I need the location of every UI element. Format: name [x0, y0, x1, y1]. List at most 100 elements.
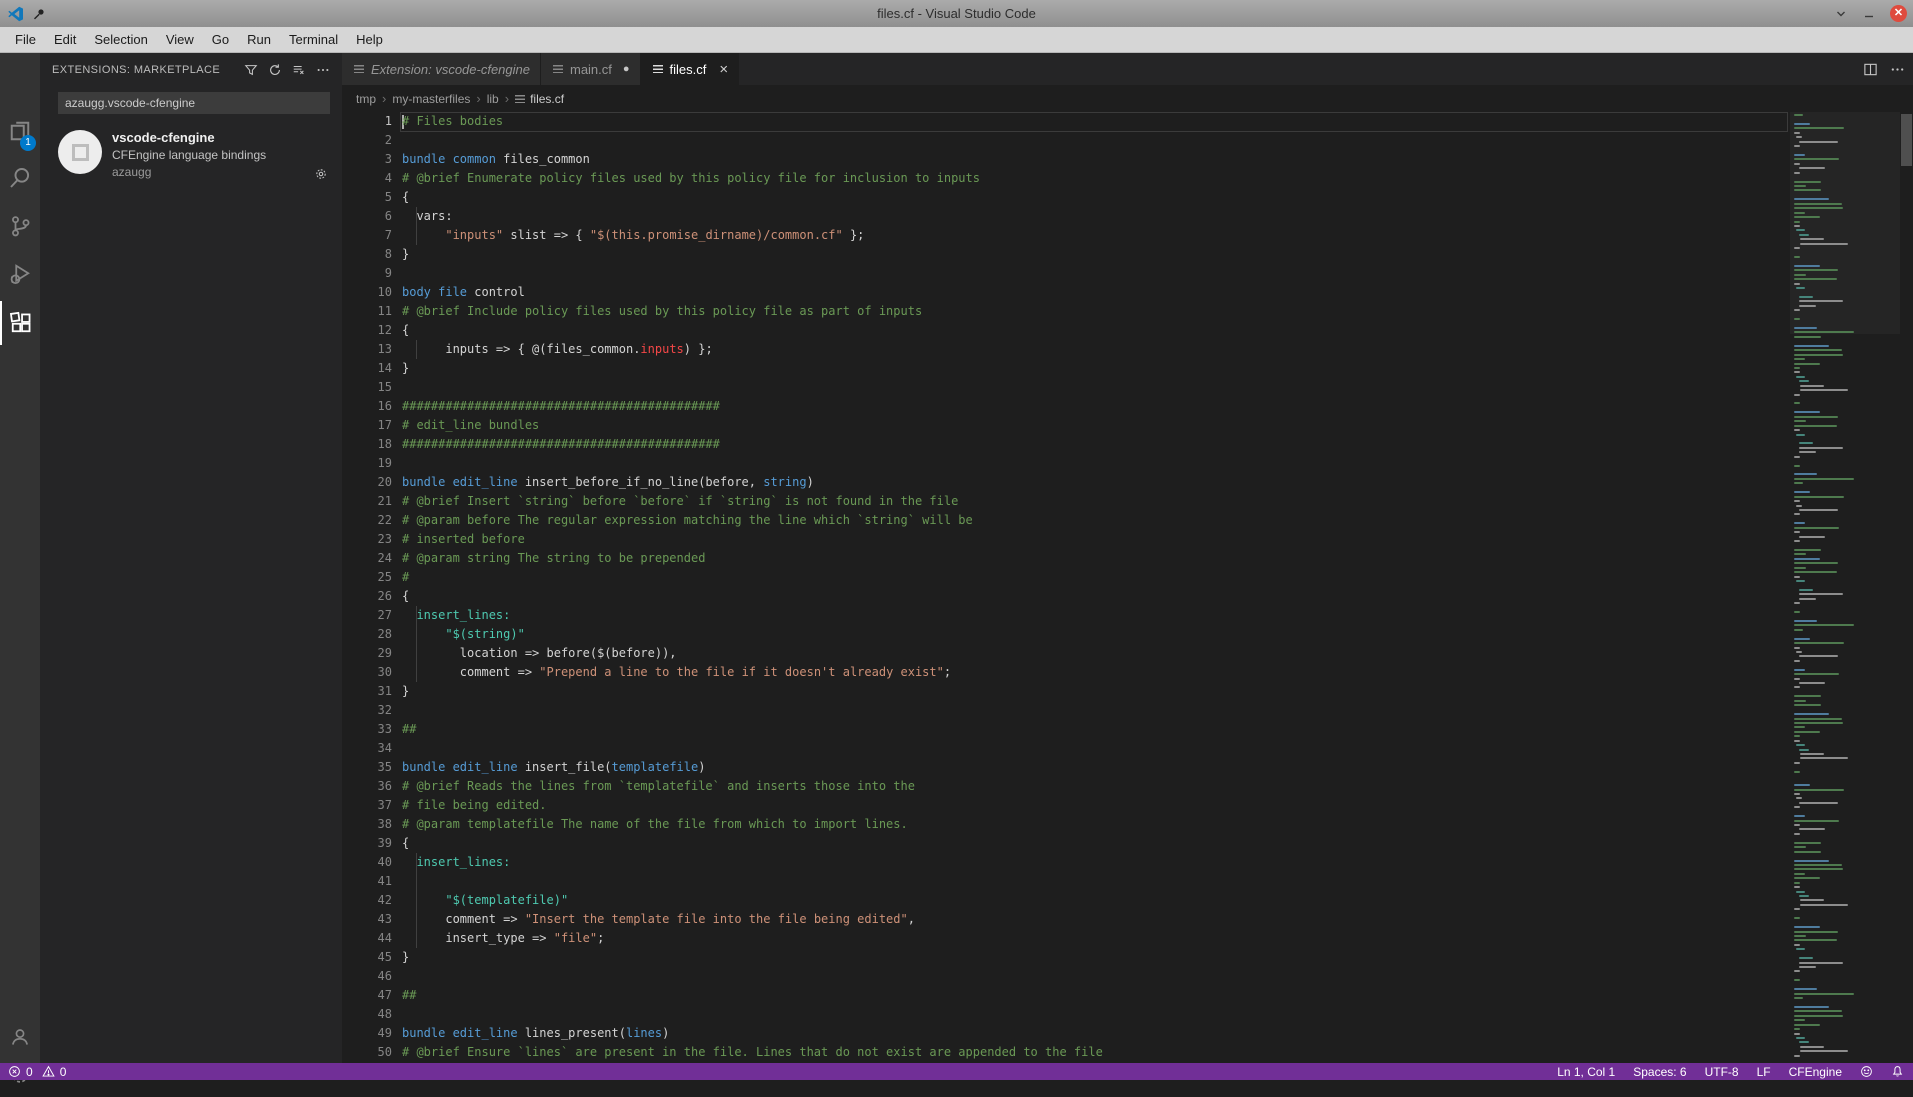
extension-list-item[interactable]: vscode-cfengine CFEngine language bindin… [40, 126, 342, 189]
chevron-down-icon[interactable] [1834, 7, 1848, 21]
code-line-2[interactable]: 2 [342, 131, 1790, 150]
code-line-45[interactable]: 45} [342, 948, 1790, 967]
close-tab-icon[interactable]: × [719, 61, 728, 78]
line-number: 8 [342, 245, 392, 264]
menu-item-view[interactable]: View [157, 27, 203, 52]
feedback-icon[interactable] [1851, 1063, 1882, 1080]
menu-item-file[interactable]: File [6, 27, 45, 52]
breadcrumb-item-my-masterfiles[interactable]: my-masterfiles [392, 92, 470, 106]
code-line-30[interactable]: 30 comment => "Prepend a line to the fil… [342, 663, 1790, 682]
menu-item-run[interactable]: Run [238, 27, 280, 52]
code-line-15[interactable]: 15 [342, 378, 1790, 397]
split-editor-icon[interactable] [1863, 62, 1878, 77]
cursor-position[interactable]: Ln 1, Col 1 [1548, 1063, 1624, 1080]
code-line-26[interactable]: 26{ [342, 587, 1790, 606]
extension-manage-gear-icon[interactable] [314, 167, 328, 181]
filter-icon[interactable] [244, 63, 258, 77]
breadcrumb-item-lib[interactable]: lib [487, 92, 499, 106]
code-line-24[interactable]: 24# @param string The string to be prepe… [342, 549, 1790, 568]
code-line-4[interactable]: 4# @brief Enumerate policy files used by… [342, 169, 1790, 188]
code-line-28[interactable]: 28 "$(string)" [342, 625, 1790, 644]
code-line-14[interactable]: 14} [342, 359, 1790, 378]
encoding-setting[interactable]: UTF-8 [1696, 1063, 1748, 1080]
problems-status[interactable]: 0 0 [0, 1063, 74, 1080]
code-line-32[interactable]: 32 [342, 701, 1790, 720]
code-line-47[interactable]: 47## [342, 986, 1790, 1005]
breadcrumb-item-files.cf[interactable]: files.cf [515, 92, 564, 106]
clear-extension-search-icon[interactable] [292, 63, 306, 77]
sidebar-item-search[interactable] [0, 156, 40, 200]
code-line-41[interactable]: 41 [342, 872, 1790, 891]
code-line-6[interactable]: 6 vars: [342, 207, 1790, 226]
code-line-22[interactable]: 22# @param before The regular expression… [342, 511, 1790, 530]
tab-files-cf[interactable]: files.cf × [641, 53, 740, 85]
tab-extension-vscode-cfengine[interactable]: Extension: vscode-cfengine [342, 53, 541, 85]
breadcrumb-item-tmp[interactable]: tmp [356, 92, 376, 106]
code-line-27[interactable]: 27 insert_lines: [342, 606, 1790, 625]
code-line-23[interactable]: 23# inserted before [342, 530, 1790, 549]
code-line-1[interactable]: 1# Files bodies [342, 112, 1790, 131]
code-line-48[interactable]: 48 [342, 1005, 1790, 1024]
code-line-7[interactable]: 7 "inputs" slist => { "$(this.promise_di… [342, 226, 1790, 245]
sidebar-item-run-debug[interactable] [0, 252, 40, 296]
code-line-13[interactable]: 13 inputs => { @(files_common.inputs) }; [342, 340, 1790, 359]
code-line-19[interactable]: 19 [342, 454, 1790, 473]
code-line-12[interactable]: 12{ [342, 321, 1790, 340]
code-line-29[interactable]: 29 location => before($(before)), [342, 644, 1790, 663]
menu-item-edit[interactable]: Edit [45, 27, 85, 52]
code-line-44[interactable]: 44 insert_type => "file"; [342, 929, 1790, 948]
code-line-43[interactable]: 43 comment => "Insert the template file … [342, 910, 1790, 929]
code-line-17[interactable]: 17# edit_line bundles [342, 416, 1790, 435]
code-line-35[interactable]: 35bundle edit_line insert_file(templatef… [342, 758, 1790, 777]
code-line-31[interactable]: 31} [342, 682, 1790, 701]
close-window-button[interactable]: ✕ [1890, 5, 1907, 22]
notifications-bell-icon[interactable] [1882, 1063, 1913, 1080]
code-line-3[interactable]: 3bundle common files_common [342, 150, 1790, 169]
code-line-39[interactable]: 39{ [342, 834, 1790, 853]
minimap[interactable] [1790, 112, 1900, 1063]
menu-item-terminal[interactable]: Terminal [280, 27, 347, 52]
minimize-button[interactable] [1862, 7, 1876, 21]
language-mode[interactable]: CFEngine [1780, 1063, 1851, 1080]
code-line-9[interactable]: 9 [342, 264, 1790, 283]
menu-item-go[interactable]: Go [203, 27, 238, 52]
code-line-42[interactable]: 42 "$(templatefile)" [342, 891, 1790, 910]
code-line-34[interactable]: 34 [342, 739, 1790, 758]
eol-setting[interactable]: LF [1748, 1063, 1780, 1080]
menu-item-help[interactable]: Help [347, 27, 392, 52]
code-line-20[interactable]: 20bundle edit_line insert_before_if_no_l… [342, 473, 1790, 492]
code-line-8[interactable]: 8} [342, 245, 1790, 264]
code-line-16[interactable]: 16######################################… [342, 397, 1790, 416]
code-line-46[interactable]: 46 [342, 967, 1790, 986]
code-line-10[interactable]: 10body file control [342, 283, 1790, 302]
line-number: 32 [342, 701, 392, 720]
tab-main-cf[interactable]: main.cf ● [541, 53, 641, 85]
refresh-icon[interactable] [268, 63, 282, 77]
extension-author: azaugg [112, 165, 330, 179]
code-editor[interactable]: 1# Files bodies23bundle common files_com… [342, 112, 1913, 1063]
unsaved-changes-dot[interactable]: ● [623, 63, 630, 75]
code-line-40[interactable]: 40 insert_lines: [342, 853, 1790, 872]
pin-icon[interactable] [33, 8, 45, 20]
code-line-5[interactable]: 5{ [342, 188, 1790, 207]
menu-item-selection[interactable]: Selection [85, 27, 156, 52]
sidebar-item-extensions[interactable] [0, 301, 40, 345]
scrollbar-thumb[interactable] [1901, 114, 1912, 166]
code-line-37[interactable]: 37# file being edited. [342, 796, 1790, 815]
code-line-38[interactable]: 38# @param templatefile The name of the … [342, 815, 1790, 834]
code-line-25[interactable]: 25# [342, 568, 1790, 587]
vertical-scrollbar[interactable] [1900, 112, 1913, 1063]
code-line-18[interactable]: 18######################################… [342, 435, 1790, 454]
sidebar-item-source-control[interactable] [0, 204, 40, 248]
code-line-36[interactable]: 36# @brief Reads the lines from `templat… [342, 777, 1790, 796]
code-line-50[interactable]: 50# @brief Ensure `lines` are present in… [342, 1043, 1790, 1062]
indentation-setting[interactable]: Spaces: 6 [1624, 1063, 1695, 1080]
code-line-33[interactable]: 33## [342, 720, 1790, 739]
more-actions-icon[interactable] [316, 63, 330, 77]
editor-more-actions-icon[interactable] [1890, 62, 1905, 77]
extension-search-input[interactable] [58, 92, 330, 114]
code-line-21[interactable]: 21# @brief Insert `string` before `befor… [342, 492, 1790, 511]
code-line-49[interactable]: 49bundle edit_line lines_present(lines) [342, 1024, 1790, 1043]
code-line-11[interactable]: 11# @brief Include policy files used by … [342, 302, 1790, 321]
sidebar-item-explorer[interactable]: 1 [0, 109, 40, 153]
